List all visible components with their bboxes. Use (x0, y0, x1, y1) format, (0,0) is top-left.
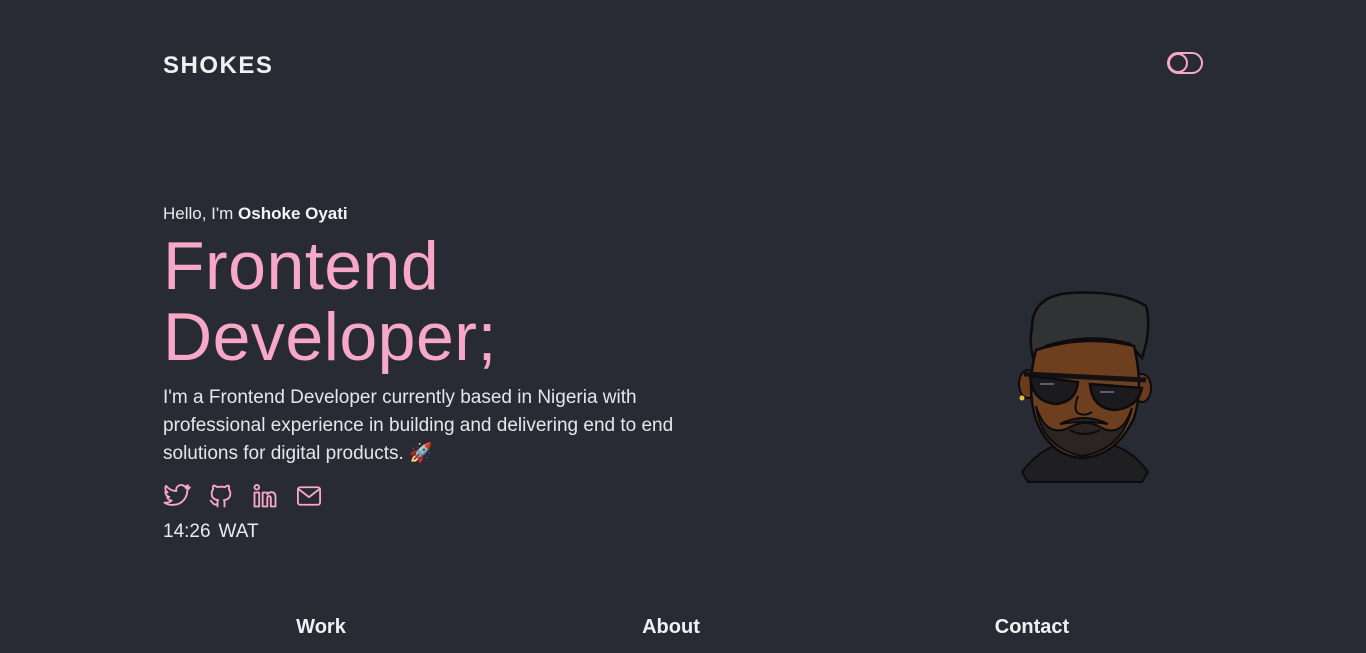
local-time: 14:26 WAT (163, 521, 723, 543)
social-links (163, 482, 723, 510)
rocket-icon: 🚀 (409, 443, 433, 464)
hero-title: Frontend Developer; (163, 231, 723, 373)
site-logo[interactable]: SHOKES (163, 52, 273, 80)
mail-icon (296, 486, 322, 506)
nav-contact[interactable]: Contact (995, 613, 1069, 641)
hero-title-line-1: Frontend (163, 228, 440, 304)
email-link[interactable] (295, 482, 323, 510)
github-link[interactable] (207, 482, 235, 510)
time-value: 14:26 (163, 521, 211, 542)
avatar-image (1018, 291, 1152, 483)
bio-text: I'm a Frontend Developer currently based… (163, 384, 723, 468)
toggle-icon (1167, 52, 1203, 74)
twitter-icon (163, 484, 191, 506)
nav-about[interactable]: About (642, 613, 700, 641)
greeting: Hello, I'm Oshoke Oyati (163, 203, 723, 225)
github-icon (209, 484, 232, 508)
hero-section: Hello, I'm Oshoke Oyati Frontend Develop… (163, 203, 723, 543)
nav-work[interactable]: Work (296, 613, 346, 641)
hero-title-line-2: Developer; (163, 299, 497, 375)
developer-name: Oshoke Oyati (238, 204, 348, 223)
timezone-label: WAT (218, 521, 259, 542)
linkedin-icon (253, 483, 277, 508)
twitter-link[interactable] (163, 482, 191, 510)
greeting-prefix: Hello, I'm (163, 204, 239, 223)
bottom-nav: Work About Contact (0, 613, 1366, 643)
theme-toggle-button[interactable] (1166, 50, 1204, 76)
linkedin-link[interactable] (251, 482, 279, 510)
